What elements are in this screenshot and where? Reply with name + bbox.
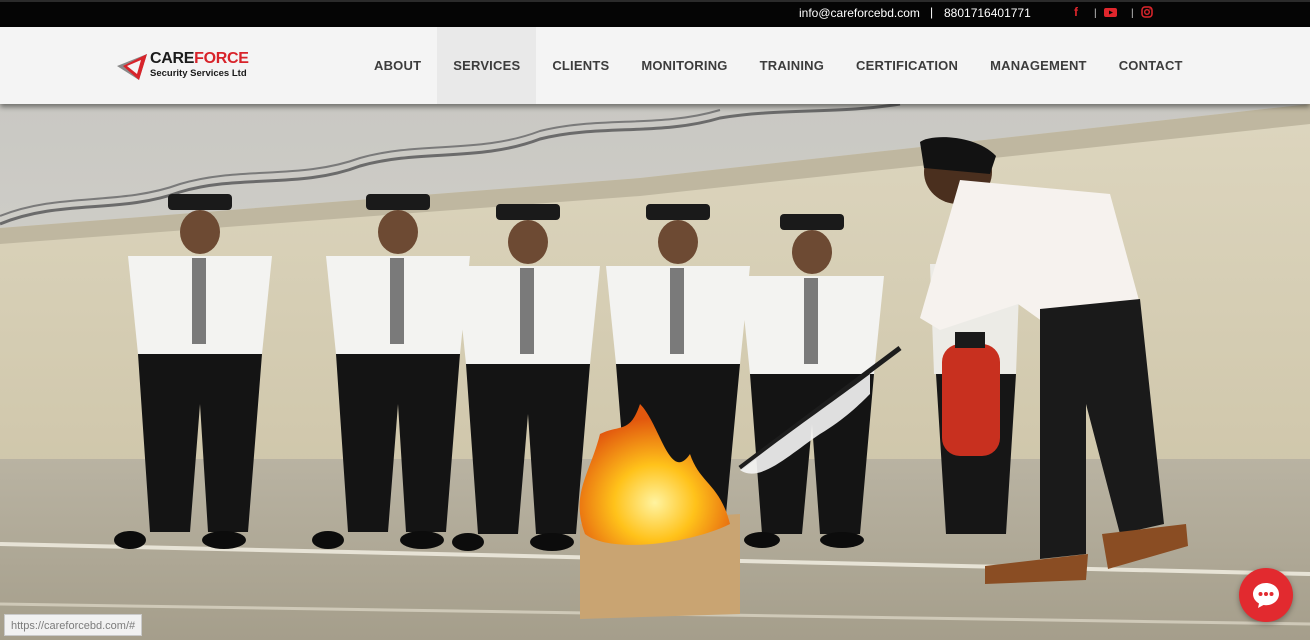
site-header: CAREFORCE Security Services Ltd ABOUT SE… [0, 27, 1310, 104]
email-link[interactable]: info@careforcebd.com [799, 6, 920, 20]
main-nav: ABOUT SERVICES CLIENTS MONITORING TRAINI… [358, 27, 1199, 104]
nav-item-management[interactable]: MANAGEMENT [974, 27, 1103, 104]
instagram-icon[interactable] [1140, 5, 1154, 19]
nav-item-training[interactable]: TRAINING [744, 27, 840, 104]
nav-item-monitoring[interactable]: MONITORING [625, 27, 743, 104]
youtube-icon[interactable] [1103, 5, 1117, 19]
chat-bubble-icon [1253, 583, 1279, 608]
chat-button[interactable] [1239, 568, 1293, 622]
separator: | [1131, 8, 1134, 19]
nav-item-certification[interactable]: CERTIFICATION [840, 27, 974, 104]
nav-item-services[interactable]: SERVICES [437, 27, 537, 104]
nav-item-about[interactable]: ABOUT [358, 27, 437, 104]
top-bar: info@careforcebd.com | 8801716401771 f |… [0, 0, 1310, 27]
status-url-bar: https://careforcebd.com/# [4, 614, 143, 636]
separator: | [1094, 8, 1097, 19]
nav-item-contact[interactable]: CONTACT [1103, 27, 1199, 104]
logo-subtitle: Security Services Ltd [150, 68, 247, 79]
phone-number[interactable]: 8801716401771 [944, 6, 1031, 20]
hero-image [0, 104, 1310, 640]
facebook-icon[interactable]: f [1069, 5, 1083, 19]
fire-training-photo [0, 104, 1310, 640]
logo-name: CAREFORCE [150, 50, 249, 67]
logo[interactable]: CAREFORCE Security Services Ltd [117, 49, 267, 85]
separator: | [930, 5, 934, 19]
logo-mark-icon [117, 54, 147, 80]
nav-item-clients[interactable]: CLIENTS [536, 27, 625, 104]
